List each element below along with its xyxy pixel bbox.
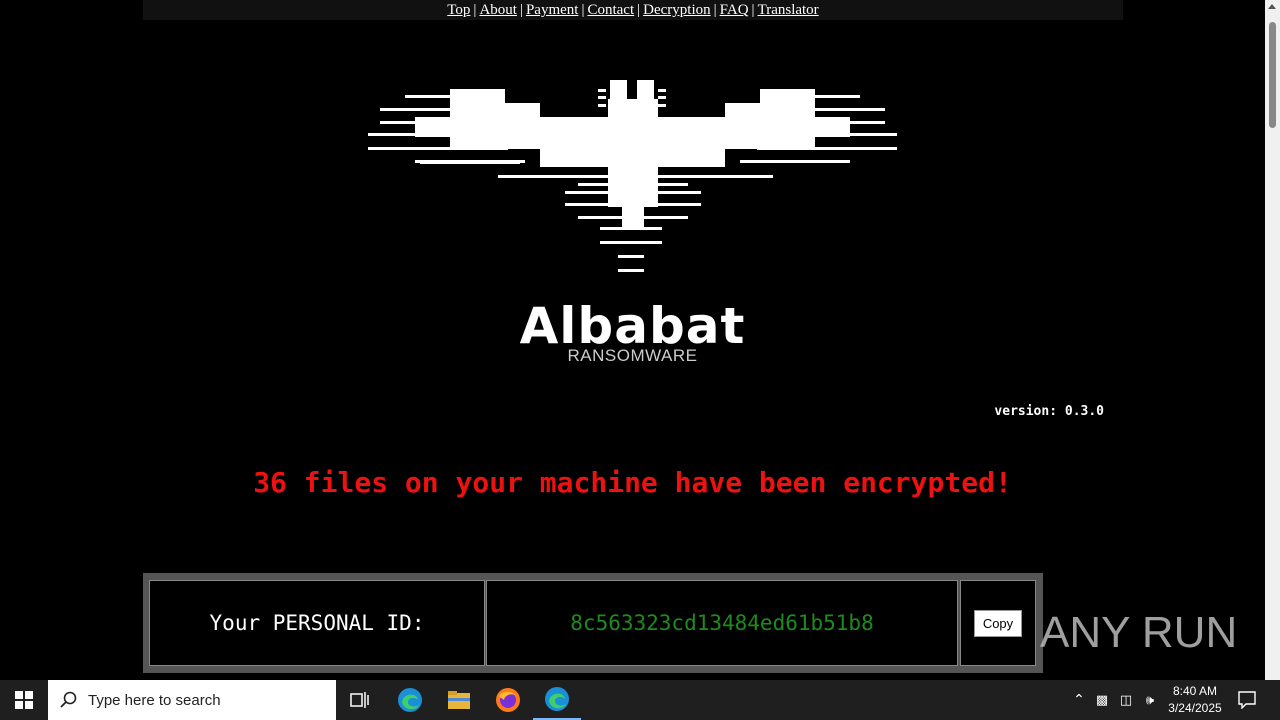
copy-cell: Copy — [960, 580, 1036, 666]
brand-name: Albabat — [519, 297, 746, 355]
top-nav: Top | About | Payment | Contact | Decryption | FAQ… — [143, 0, 1123, 20]
edge-active-icon[interactable] — [533, 680, 581, 720]
task-view-icon[interactable] — [336, 680, 384, 720]
personal-id-label-cell: Your PERSONAL ID: — [149, 580, 485, 666]
scroll-thumb[interactable] — [1269, 22, 1276, 128]
brand-subtitle: RANSOMWARE — [567, 346, 698, 365]
encrypted-files-headline: 36 files on your machine have been encry… — [253, 466, 1012, 499]
bat-logo-icon — [368, 80, 897, 272]
tray-chevron-icon[interactable]: ⌃ — [1068, 692, 1090, 708]
network-icon[interactable]: ◫ — [1114, 693, 1138, 708]
anyrun-watermark: ANY RUN — [1040, 608, 1238, 657]
nav-link-top[interactable]: Top — [447, 2, 470, 18]
version-label: version: 0.3.0 — [994, 404, 1104, 419]
copy-button[interactable]: Copy — [973, 609, 1023, 637]
personal-id-label: Your PERSONAL ID: — [209, 611, 425, 635]
personal-id-value[interactable]: 8c563323cd13484ed61b51b8 — [570, 611, 873, 635]
system-tray: ⌃ ▩ ◫ 🕪 — [1068, 680, 1162, 720]
meet-icon[interactable]: ▩ — [1090, 693, 1114, 708]
nav-link-about[interactable]: About — [479, 2, 517, 18]
nav-link-translator[interactable]: Translator — [758, 2, 819, 18]
nav-separator: | — [637, 2, 641, 18]
search-icon — [60, 691, 77, 708]
taskbar-clock[interactable]: 8:40 AM 3/24/2025 — [1160, 683, 1230, 717]
file-explorer-icon[interactable] — [435, 680, 483, 720]
taskbar: Type here to search ⌃ ▩ ◫ 🕪 8:40 AM 3/24… — [0, 680, 1280, 720]
nav-separator: | — [519, 2, 523, 18]
nav-link-faq[interactable]: FAQ — [720, 2, 749, 18]
notifications-icon[interactable] — [1226, 680, 1268, 720]
search-placeholder: Type here to search — [88, 691, 221, 709]
nav-link-decryption[interactable]: Decryption — [643, 2, 710, 18]
nav-separator: | — [713, 2, 717, 18]
page-scrollbar[interactable] — [1265, 0, 1280, 680]
personal-id-panel: Your PERSONAL ID: 8c563323cd13484ed61b51… — [143, 573, 1043, 673]
personal-id-value-cell: 8c563323cd13484ed61b51b8 — [486, 580, 958, 666]
firefox-icon[interactable] — [484, 680, 532, 720]
nav-separator: | — [751, 2, 755, 18]
clock-time: 8:40 AM — [1172, 684, 1218, 698]
clock-date: 3/24/2025 — [1168, 701, 1222, 715]
taskbar-search-box[interactable]: Type here to search — [48, 680, 336, 720]
nav-link-contact[interactable]: Contact — [587, 2, 634, 18]
edge-icon[interactable] — [386, 680, 434, 720]
windows-start-icon[interactable] — [0, 680, 48, 720]
volume-icon[interactable]: 🕪 — [1138, 693, 1162, 708]
nav-link-payment[interactable]: Payment — [526, 2, 579, 18]
scroll-up-icon[interactable] — [1268, 4, 1276, 9]
